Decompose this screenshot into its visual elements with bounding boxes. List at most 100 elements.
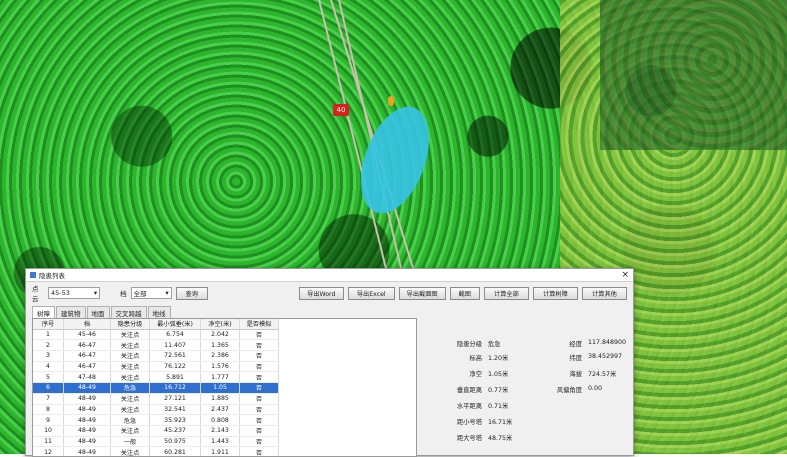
hazard-table-body: 1 45-46 关注点 6.754 2.042 否 2 46-47 关注点 11.407 1.365… [33, 329, 279, 456]
column-header[interactable]: 最小弧垂(米) [149, 319, 201, 330]
screenshot-button[interactable]: 截图 [449, 286, 480, 300]
table-cell: 48-49 [63, 446, 111, 456]
export-word-button[interactable]: 导出Word [298, 286, 344, 300]
table-cell: 1.443 [200, 436, 240, 448]
detail-vertical-distance: 垂直距离 0.77米 [446, 385, 509, 394]
table-cell: 否 [239, 404, 279, 416]
compute-tree-button[interactable]: 计算树障 [532, 286, 578, 300]
table-cell: 关注点 [110, 329, 150, 341]
table-row[interactable]: 7 48-49 关注点 27.121 1.885 否 [33, 393, 279, 405]
column-header[interactable]: 序号 [33, 319, 64, 330]
detail-value: 0.00 [588, 385, 603, 392]
column-header[interactable]: 档 [63, 319, 111, 330]
table-row[interactable]: 8 48-49 关注点 32.541 2.437 否 [33, 404, 279, 416]
detail-key: 标高 [469, 355, 482, 362]
table-cell: 危急 [110, 414, 150, 426]
table-cell: 7 [33, 393, 64, 405]
detail-key: 距小号塔 [456, 419, 482, 426]
table-cell: 46-47 [63, 350, 111, 362]
table-cell: 6.754 [149, 329, 201, 341]
detail-altitude: 海拔 724.57米 [546, 369, 616, 378]
table-row[interactable]: 2 46-47 关注点 11.407 1.365 否 [33, 339, 279, 352]
hazard-table-container[interactable]: 序号 档 隐患分级 最小弧垂(米) 净空(米) 是否模拟 1 45-46 关注点 6.… [32, 318, 417, 457]
table-cell: 1 [33, 329, 64, 341]
table-cell: 16.712 [149, 382, 201, 394]
table-cell: 48-49 [63, 436, 111, 448]
detail-key: 风偏角度 [556, 387, 582, 394]
detail-level: 隐患分级 危急 [446, 339, 501, 348]
table-row[interactable]: 11 48-49 一般 50.975 1.443 否 [33, 436, 279, 448]
table-cell: 10 [33, 425, 64, 437]
span-select[interactable]: 全部 ▾ [130, 287, 172, 299]
detail-to-small-tower: 距小号塔 16.71米 [446, 417, 513, 426]
table-cell: 否 [239, 371, 279, 384]
table-cell: 5.891 [149, 371, 201, 384]
point-cloud-value: 45-53 [50, 289, 70, 297]
table-cell: 1.885 [200, 393, 240, 405]
detail-key: 海拔 [569, 371, 582, 378]
detail-clearance: 净空 1.05米 [446, 369, 508, 378]
detail-to-large-tower: 距大号塔 48.75米 [446, 433, 513, 442]
detail-value: 117.848900 [588, 339, 627, 346]
table-row[interactable]: 1 45-46 关注点 6.754 2.042 否 [33, 329, 279, 341]
detail-latitude: 纬度 38.452997 [546, 353, 622, 362]
detail-longitude: 经度 117.848900 [546, 339, 626, 348]
detail-key: 距大号塔 [456, 435, 482, 442]
table-cell: 1.365 [200, 339, 240, 352]
table-header-row: 序号 档 隐患分级 最小弧垂(米) 净空(米) 是否模拟 [33, 319, 279, 330]
compute-all-button[interactable]: 计算全部 [483, 286, 529, 300]
hazard-list-dialog: 隐患列表 × 点云 45-53 ▾ 档 全部 ▾ 查询 导出Word 导出Excel… [25, 268, 634, 457]
table-cell: 48-49 [63, 425, 111, 437]
query-button[interactable]: 查询 [175, 286, 208, 300]
table-cell: 2.386 [200, 350, 240, 362]
detail-key: 隐患分级 [456, 341, 482, 348]
column-header[interactable]: 净空(米) [200, 319, 240, 330]
table-cell: 50.975 [149, 436, 201, 448]
table-row[interactable]: 3 46-47 关注点 72.561 2.386 否 [33, 350, 279, 362]
table-cell: 45.237 [149, 425, 201, 437]
table-cell: 48-49 [63, 414, 111, 426]
table-row[interactable]: 6 48-49 危急 16.712 1.05 否 [33, 382, 279, 394]
detail-value: 0.71米 [488, 403, 509, 410]
table-cell: 9 [33, 414, 64, 426]
table-cell: 否 [239, 382, 279, 394]
table-row[interactable]: 5 47-48 关注点 5.891 1.777 否 [33, 371, 279, 384]
span-label: 档 [120, 290, 127, 298]
table-cell: 1.777 [200, 371, 240, 384]
table-row[interactable]: 10 48-49 关注点 45.237 2.143 否 [33, 425, 279, 437]
app-icon [30, 272, 36, 278]
table-row[interactable]: 12 48-49 关注点 60.281 1.911 否 [33, 446, 279, 456]
table-row[interactable]: 9 48-49 危急 35.923 0.808 否 [33, 414, 279, 426]
table-cell: 一般 [110, 436, 150, 448]
point-cloud-select[interactable]: 45-53 ▾ [47, 287, 101, 299]
detail-horizontal-distance: 水平距离 0.71米 [446, 401, 509, 410]
chevron-down-icon: ▾ [93, 289, 98, 297]
table-cell: 27.121 [149, 393, 201, 405]
span-value: 全部 [133, 290, 147, 298]
column-header[interactable]: 隐患分级 [110, 319, 150, 330]
detail-key: 水平距离 [456, 403, 482, 410]
hazard-pin-icon[interactable] [388, 96, 394, 106]
close-icon[interactable]: × [621, 270, 629, 280]
table-cell: 48-49 [63, 393, 111, 405]
table-cell: 否 [239, 361, 279, 373]
table-cell: 2.042 [200, 329, 240, 341]
table-cell: 72.561 [149, 350, 201, 362]
export-section-button[interactable]: 导出截面图 [398, 286, 446, 300]
tower-marker[interactable]: 40 [333, 104, 349, 116]
table-cell: 否 [239, 446, 279, 456]
column-header[interactable]: 是否模拟 [239, 319, 279, 330]
dialog-toolbar: 点云 45-53 ▾ 档 全部 ▾ 查询 导出Word 导出Excel 导出截面图 … [32, 285, 628, 303]
table-cell: 32.541 [149, 404, 201, 416]
table-cell: 46-47 [63, 361, 111, 373]
table-cell: 1.576 [200, 361, 240, 373]
compute-other-button[interactable]: 计算其他 [581, 286, 628, 300]
table-cell: 关注点 [110, 361, 150, 373]
table-cell: 45-46 [63, 329, 111, 341]
table-cell: 关注点 [110, 371, 150, 384]
detail-value: 危急 [488, 341, 501, 348]
table-cell: 1.911 [200, 446, 240, 456]
export-excel-button[interactable]: 导出Excel [347, 286, 395, 300]
table-row[interactable]: 4 46-47 关注点 76.122 1.576 否 [33, 361, 279, 373]
table-cell: 2.437 [200, 404, 240, 416]
